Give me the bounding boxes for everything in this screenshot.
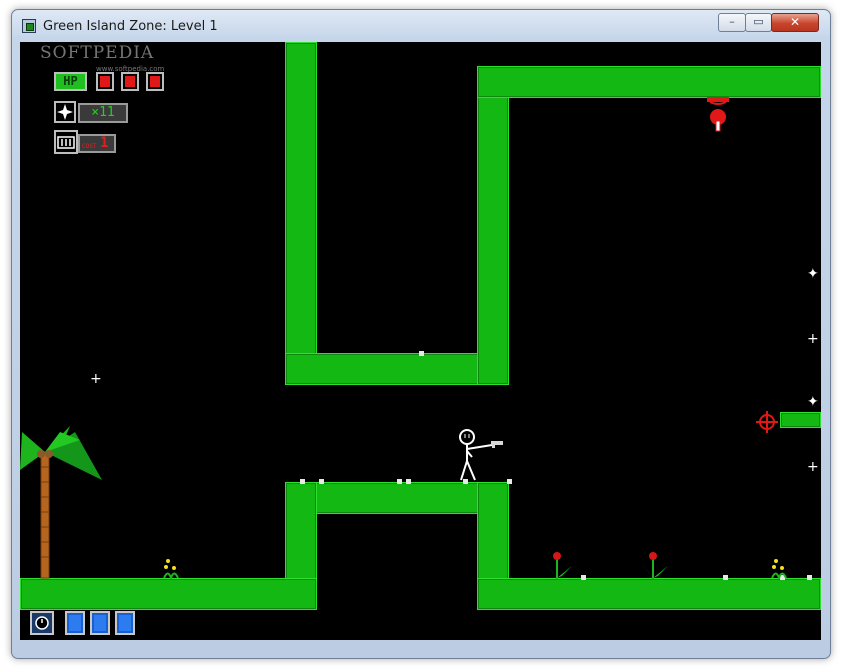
hp-label: HP xyxy=(54,72,87,91)
cost-panel: COST 1 xyxy=(78,134,116,153)
red-flower xyxy=(642,552,668,579)
star-sparkle: + xyxy=(90,371,102,387)
star-sparkle: ✦ xyxy=(807,394,819,410)
pellet xyxy=(406,479,411,484)
palm-tree xyxy=(20,426,102,579)
tile-column-right-upper xyxy=(477,66,509,385)
inventory-slot[interactable] xyxy=(115,611,135,635)
hp-cell xyxy=(121,72,139,91)
game-viewport[interactable]: + ✦ + ✦ + SOFTPEDIA www.softpedia.com HP… xyxy=(20,42,821,640)
window-title: Green Island Zone: Level 1 xyxy=(43,19,218,34)
pellet xyxy=(807,575,812,580)
yellow-flower xyxy=(771,559,787,579)
minimize-button[interactable]: – xyxy=(718,13,746,32)
pellet xyxy=(300,479,305,484)
star-sparkle: + xyxy=(807,459,819,475)
hp-cell xyxy=(96,72,114,91)
hp-cell xyxy=(146,72,164,91)
ammo-count: ×11 xyxy=(78,103,128,123)
app-icon xyxy=(22,19,36,33)
pellet xyxy=(723,575,728,580)
battery-icon xyxy=(54,130,78,154)
title-bar[interactable]: Green Island Zone: Level 1 – ▭ ✕ xyxy=(12,10,830,42)
inventory-slot[interactable] xyxy=(65,611,85,635)
cost-value: 1 xyxy=(100,135,109,151)
cost-label: COST xyxy=(82,143,97,150)
maximize-button[interactable]: ▭ xyxy=(745,13,772,32)
red-flower xyxy=(546,552,572,579)
pellet xyxy=(581,575,586,580)
tile-bottom-u xyxy=(285,353,509,385)
tile-floor-right xyxy=(477,578,821,610)
tile-column-left-upper xyxy=(285,42,317,385)
pellet xyxy=(419,351,424,356)
clock-icon[interactable] xyxy=(30,611,54,635)
tile-middle-platform xyxy=(285,482,509,514)
close-button[interactable]: ✕ xyxy=(771,13,819,32)
ceiling-turret-enemy xyxy=(707,97,729,132)
pellet xyxy=(397,479,402,484)
tile-ledge-right xyxy=(780,412,821,428)
pellet xyxy=(319,479,324,484)
tile-floor-left xyxy=(20,578,317,610)
crosshair-icon xyxy=(756,411,778,433)
tile-ceiling-right xyxy=(477,66,821,98)
inventory-slot[interactable] xyxy=(90,611,110,635)
yellow-flower xyxy=(163,559,179,579)
watermark: SOFTPEDIA xyxy=(40,43,155,63)
star-sparkle: + xyxy=(807,331,819,347)
shuriken-icon xyxy=(54,101,76,123)
star-sparkle: ✦ xyxy=(807,266,819,282)
player-character xyxy=(459,429,503,481)
